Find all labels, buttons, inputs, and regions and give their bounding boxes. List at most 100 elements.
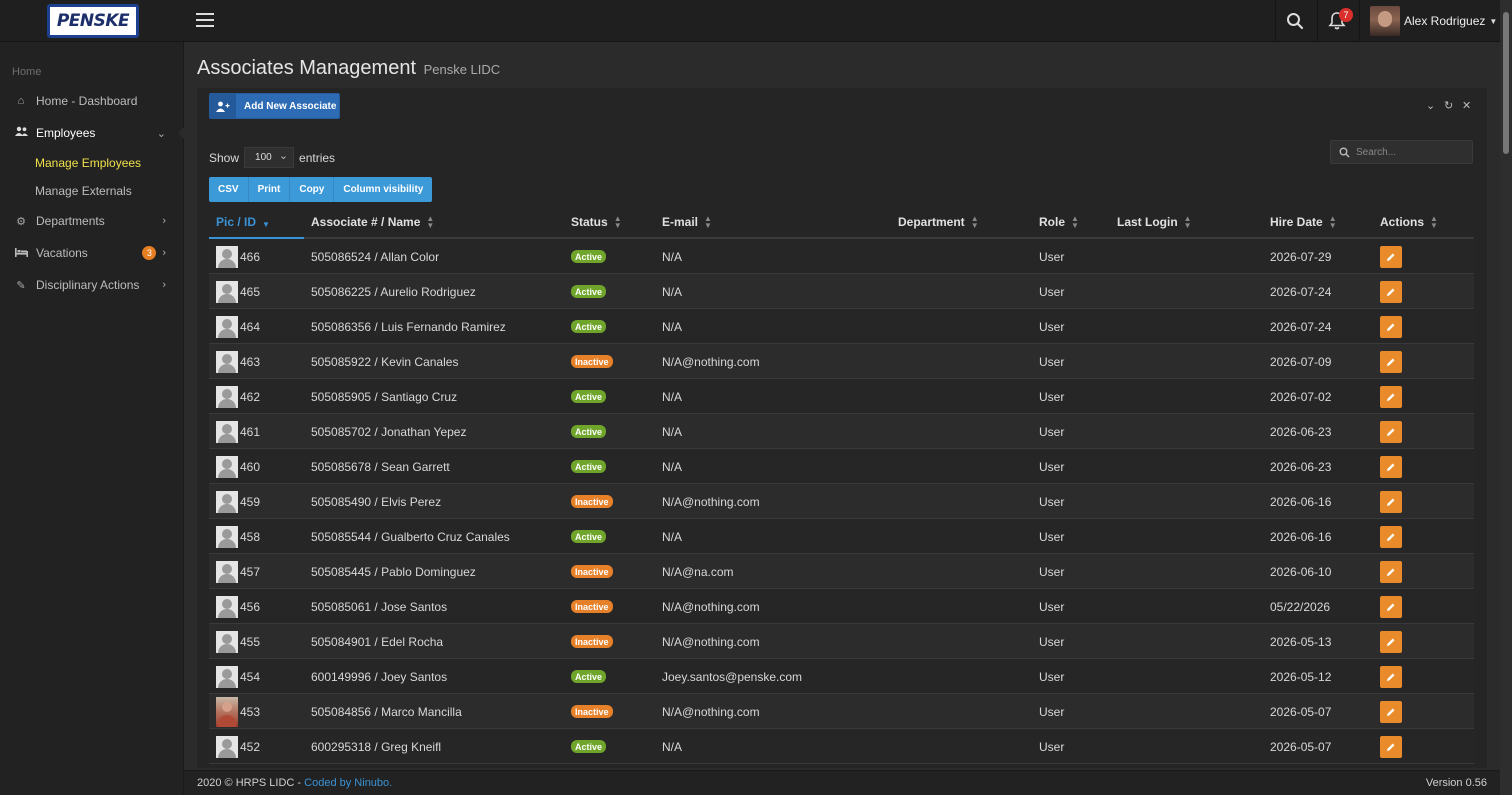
- edit-button[interactable]: [1380, 525, 1402, 548]
- pencil-icon: [1387, 498, 1395, 506]
- cell-associate-name: 505084901 / Edel Rocha: [311, 634, 444, 649]
- cell-associate-name: 505086524 / Allan Color: [311, 249, 440, 264]
- entries-per-page-select[interactable]: 100: [244, 147, 295, 168]
- pencil-icon: [1387, 323, 1395, 331]
- table-row: 457 505085445 / Pablo Dominguez N/A@na.com…: [209, 554, 1474, 589]
- column-header-department[interactable]: Department ▲ ▼: [898, 205, 979, 239]
- edit-button[interactable]: [1380, 630, 1402, 653]
- edit-button[interactable]: [1380, 490, 1402, 513]
- page-scrollbar[interactable]: [1500, 0, 1512, 795]
- table-search-input[interactable]: Search...: [1330, 140, 1473, 164]
- pencil-icon: [1387, 358, 1395, 366]
- associate-id: 453: [240, 704, 261, 719]
- status-badge: Active: [571, 670, 607, 683]
- scrollbar-thumb[interactable]: [1503, 12, 1509, 154]
- search-icon[interactable]: [1286, 12, 1306, 32]
- cell-hire-date: 2026-05-07: [1270, 739, 1332, 754]
- column-header-associate-name[interactable]: Associate # / Name ▲ ▼: [311, 205, 434, 239]
- column-header-actions[interactable]: Actions ▲ ▼: [1380, 205, 1438, 239]
- copy-button[interactable]: Copy: [290, 177, 335, 202]
- pencil-icon: [1387, 708, 1395, 716]
- edit-button[interactable]: [1380, 560, 1402, 583]
- cell-actions: [1380, 274, 1402, 309]
- home-icon: ⌂: [17, 95, 25, 107]
- sidebar-subitem-manage-externals[interactable]: Manage Externals: [35, 184, 132, 198]
- chevron-right-icon: ›: [162, 279, 166, 291]
- csv-button[interactable]: CSV: [209, 177, 249, 202]
- default-avatar-icon: [216, 245, 238, 268]
- cell-role: User: [1039, 529, 1065, 544]
- default-avatar-icon: [216, 595, 238, 618]
- default-avatar-icon: [216, 350, 238, 373]
- cell-actions: [1380, 729, 1402, 764]
- add-new-associate-button[interactable]: Add New Associate: [209, 93, 340, 119]
- column-header-pic-id[interactable]: Pic / ID ▼: [216, 205, 270, 239]
- cell-status: Active: [571, 309, 607, 344]
- edit-button[interactable]: [1380, 700, 1402, 723]
- column-header-hire-date[interactable]: Hire Date ▲ ▼: [1270, 205, 1337, 239]
- sidebar-item-dashboard[interactable]: ⌂ Home - Dashboard: [0, 86, 184, 116]
- status-badge: Active: [571, 250, 607, 263]
- page-subtitle: Penske LIDC: [423, 62, 501, 77]
- edit-button[interactable]: [1380, 280, 1402, 303]
- edit-button[interactable]: [1380, 245, 1402, 268]
- associate-id: 465: [240, 284, 261, 299]
- sidebar-item-departments[interactable]: ⚙ Departments ›: [0, 206, 184, 236]
- close-icon[interactable]: ✕: [1462, 99, 1471, 113]
- sidebar-subitem-manage-employees[interactable]: Manage Employees: [35, 156, 141, 170]
- cell-associate-name: 600295318 / Greg Kneifl: [311, 739, 442, 754]
- column-header-last-login[interactable]: Last Login ▲ ▼: [1117, 205, 1192, 239]
- table-row: 456 505085061 / Jose Santos N/A@nothing.co…: [209, 589, 1474, 624]
- show-label: Show: [209, 150, 240, 165]
- edit-button[interactable]: [1380, 735, 1402, 758]
- menu-toggle-icon[interactable]: [196, 13, 214, 29]
- default-avatar-icon: [216, 315, 238, 338]
- cell-status: Active: [571, 274, 607, 309]
- cell-status: Inactive: [571, 554, 613, 589]
- edit-button[interactable]: [1380, 595, 1402, 618]
- edit-button[interactable]: [1380, 385, 1402, 408]
- cell-role: User: [1039, 459, 1065, 474]
- sidebar-item-label: Employees: [36, 126, 96, 140]
- cell-status: Inactive: [571, 589, 613, 624]
- cell-associate-name: 505085702 / Jonathan Yepez: [311, 424, 467, 439]
- edit-button[interactable]: [1380, 665, 1402, 688]
- cell-pic-id: 463: [216, 344, 260, 379]
- user-menu[interactable]: Alex Rodriguez ▼: [1370, 6, 1497, 36]
- cell-email: N/A@nothing.com: [662, 494, 760, 509]
- cell-pic-id: 466: [216, 239, 260, 274]
- table-row: 458 505085544 / Gualberto Cruz Canales N/A…: [209, 519, 1474, 554]
- status-badge: Active: [571, 530, 607, 543]
- footer-copyright: 2020 © HRPS LIDC - Coded by Ninubo.: [197, 777, 392, 789]
- refresh-icon[interactable]: ↻: [1444, 99, 1453, 113]
- sidebar-item-disciplinary-actions[interactable]: ✎ Disciplinary Actions ›: [0, 270, 184, 300]
- table-row: 465 505086225 / Aurelio Rodriguez N/A User 2…: [209, 274, 1474, 309]
- collapse-icon[interactable]: ⌄: [1426, 99, 1435, 113]
- user-name: Alex Rodriguez: [1404, 14, 1486, 28]
- penske-logo[interactable]: PENSKE: [47, 4, 139, 38]
- edit-button[interactable]: [1380, 350, 1402, 373]
- coded-by-link[interactable]: Coded by Ninubo.: [304, 777, 392, 789]
- column-visibility-button[interactable]: Column visibility: [334, 177, 432, 202]
- cell-actions: [1380, 379, 1402, 414]
- column-header-email[interactable]: E-mail ▲ ▼: [662, 205, 712, 239]
- cell-email: N/A@nothing.com: [662, 704, 760, 719]
- table-row: 466 505086524 / Allan Color N/A User 2026-07…: [209, 239, 1474, 274]
- page-title-text: Associates Management: [197, 57, 417, 79]
- vacations-count-badge: 3: [142, 246, 157, 260]
- sidebar-item-employees[interactable]: Employees ⌄: [0, 118, 184, 148]
- edit-button[interactable]: [1380, 455, 1402, 478]
- print-button[interactable]: Print: [249, 177, 291, 202]
- column-header-role[interactable]: Role ▲ ▼: [1039, 205, 1079, 239]
- cell-pic-id: 455: [216, 624, 260, 659]
- user-plus-icon: [210, 94, 236, 118]
- edit-button[interactable]: [1380, 420, 1402, 443]
- column-header-status[interactable]: Status ▲ ▼: [571, 205, 622, 239]
- cell-associate-name: 505085922 / Kevin Canales: [311, 354, 459, 369]
- edit-button[interactable]: [1380, 315, 1402, 338]
- associate-id: 459: [240, 494, 261, 509]
- cell-pic-id: 464: [216, 309, 260, 344]
- cell-email: N/A: [662, 459, 683, 474]
- sidebar-item-vacations[interactable]: Vacations 3 ›: [0, 238, 184, 268]
- table-row: 462 505085905 / Santiago Cruz N/A User 2026-…: [209, 379, 1474, 414]
